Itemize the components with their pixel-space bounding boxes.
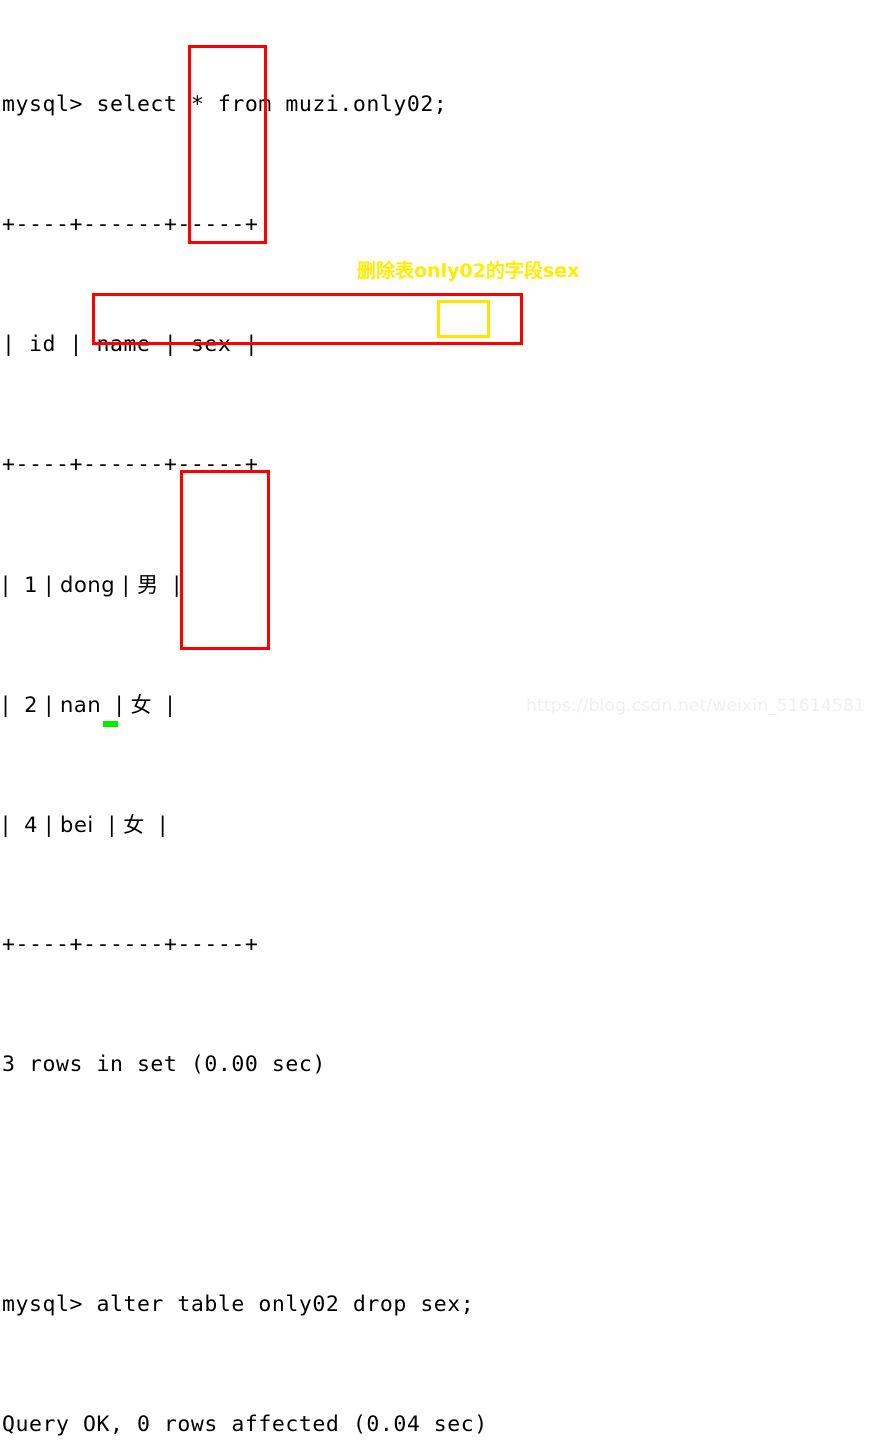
table-before-bottom-border: +----+------+-----+	[2, 932, 259, 957]
terminal-output: mysql> select * from muzi.only02; +----+…	[2, 0, 871, 1456]
annotation-drop-sex-note: 删除表only02的字段sex	[357, 260, 580, 282]
table-before-header-separator: +----+------+-----+	[2, 452, 259, 477]
table-row: | 4 | bei | 女 |	[2, 813, 167, 837]
alter-query-ok-status: Query OK, 0 rows affected (0.04 sec)	[2, 1412, 488, 1437]
watermark-url: https://blog.csdn.net/weixin_51614581	[526, 696, 865, 716]
table-before-top-border: +----+------+-----+	[2, 212, 259, 237]
terminal-line-query-before: mysql> select * from muzi.only02;	[2, 92, 448, 117]
table-row: | 1 | dong | 男 |	[2, 573, 181, 597]
terminal-cursor	[103, 721, 118, 727]
terminal-line-alter-statement: mysql> alter table only02 drop sex;	[2, 1292, 475, 1317]
table-before-header-row: | id | name | sex |	[2, 332, 259, 357]
result-footer-before: 3 rows in set (0.00 sec)	[2, 1052, 326, 1077]
